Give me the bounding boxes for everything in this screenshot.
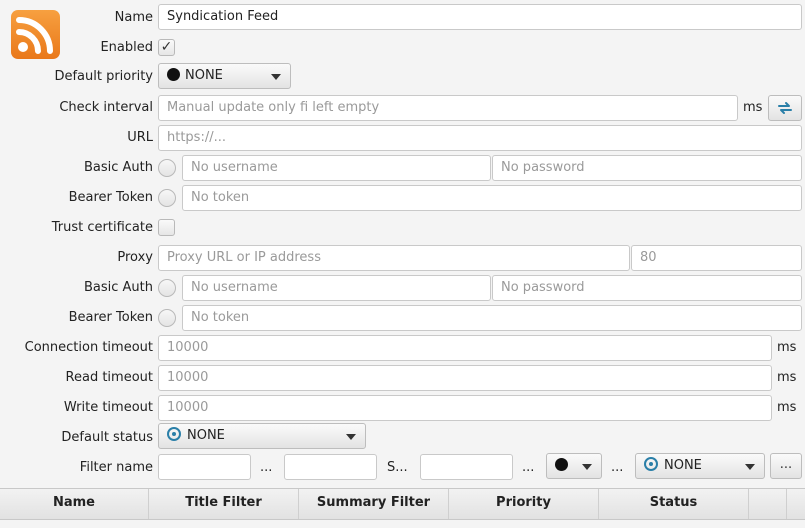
status-none-icon [167,427,181,441]
name-input[interactable]: Syndication Feed [158,4,802,30]
refresh-icon [778,102,792,114]
check-interval-input[interactable]: Manual update only fi left empty [158,95,738,121]
read-timeout-input[interactable]: 10000 [158,365,772,391]
more-button[interactable]: ... [770,453,802,479]
default-status-value: NONE [187,428,225,443]
enabled-checkbox[interactable]: ✓ [158,39,175,56]
table-header: Name Title Filter Summary Filter Priorit… [0,488,805,520]
chevron-down-icon [582,464,592,470]
basic-auth-radio[interactable] [158,159,176,177]
trust-certificate-label: Trust certificate [51,220,153,235]
name-label: Name [114,10,153,25]
proxy-bearer-token-radio[interactable] [158,309,176,327]
proxy-basic-auth-label: Basic Auth [83,280,153,295]
priority-dot-icon [167,68,180,81]
bearer-token-radio[interactable] [158,189,176,207]
filter-separator: S... [387,460,408,475]
filter-priority-select[interactable] [546,453,602,479]
rss-feed-icon [11,10,60,59]
connection-timeout-label: Connection timeout [24,340,153,355]
column-header-summary-filter[interactable]: Summary Filter [299,489,449,519]
column-header-status[interactable]: Status [599,489,749,519]
priority-dot-icon [555,458,568,471]
filter-summary-input[interactable] [420,454,513,480]
status-none-icon [644,457,658,471]
write-timeout-label: Write timeout [63,400,153,415]
proxy-port-input[interactable]: 80 [631,245,802,271]
username-input[interactable]: No username [182,155,491,181]
read-timeout-unit: ms [777,370,797,385]
url-label: URL [127,130,153,145]
default-priority-label: Default priority [54,69,153,84]
basic-auth-label: Basic Auth [83,160,153,175]
filter-status-select[interactable]: NONE [635,453,765,479]
bearer-token-label: Bearer Token [68,190,153,205]
enabled-label: Enabled [100,40,153,55]
chevron-down-icon [271,74,281,80]
url-input[interactable]: https://... [158,125,802,151]
read-timeout-label: Read timeout [65,370,153,385]
proxy-token-input[interactable]: No token [182,305,802,331]
default-priority-select[interactable]: NONE [158,63,291,89]
connection-timeout-input[interactable]: 10000 [158,335,772,361]
filter-name-input[interactable] [158,454,251,480]
filter-name-label: Filter name [79,460,153,475]
proxy-username-input[interactable]: No username [182,275,491,301]
connection-timeout-unit: ms [777,340,797,355]
column-header-title-filter[interactable]: Title Filter [149,489,299,519]
default-status-label: Default status [61,430,153,445]
column-header-priority[interactable]: Priority [449,489,599,519]
write-timeout-input[interactable]: 10000 [158,395,772,421]
proxy-input[interactable]: Proxy URL or IP address [158,245,630,271]
proxy-label: Proxy [117,250,153,265]
default-status-select[interactable]: NONE [158,423,366,449]
proxy-bearer-token-label: Bearer Token [68,310,153,325]
filter-status-value: NONE [664,458,702,473]
password-input[interactable]: No password [492,155,802,181]
column-header-filler [749,489,787,519]
proxy-password-input[interactable]: No password [492,275,802,301]
column-header-name[interactable]: Name [0,489,149,519]
filter-separator: ... [260,460,273,475]
write-timeout-unit: ms [777,400,797,415]
default-priority-value: NONE [185,68,223,83]
trust-certificate-checkbox[interactable] [158,219,175,236]
filter-title-input[interactable] [284,454,377,480]
chevron-down-icon [745,464,755,470]
filter-separator: ... [522,460,535,475]
check-interval-label: Check interval [59,100,153,115]
token-input[interactable]: No token [182,185,802,211]
chevron-down-icon [346,434,356,440]
check-interval-unit: ms [743,100,763,115]
refresh-button[interactable] [768,95,802,121]
filter-separator: ... [611,460,624,475]
proxy-basic-auth-radio[interactable] [158,279,176,297]
